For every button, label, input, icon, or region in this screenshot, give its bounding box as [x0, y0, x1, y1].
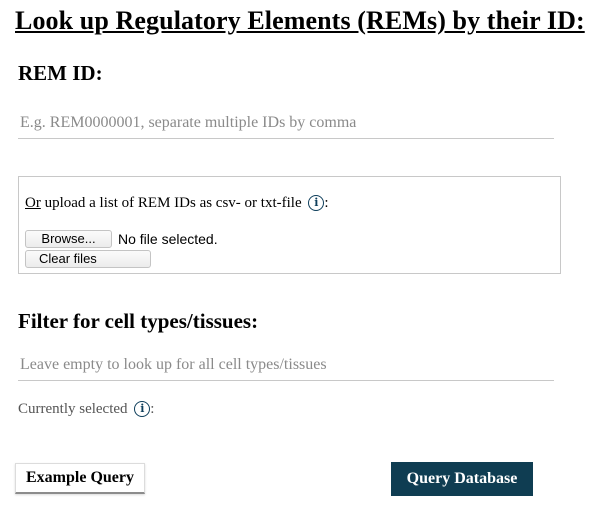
- or-text: Or: [25, 195, 41, 211]
- info-icon[interactable]: i: [308, 195, 325, 211]
- browse-button[interactable]: Browse...: [25, 230, 112, 248]
- query-database-button[interactable]: Query Database: [391, 462, 533, 496]
- currently-selected: Currently selected i:: [18, 401, 154, 418]
- upload-colon: :: [324, 195, 329, 211]
- example-query-button[interactable]: Example Query: [15, 463, 145, 494]
- cell-type-filter-input[interactable]: [18, 349, 554, 381]
- rem-id-label: REM ID:: [18, 61, 103, 85]
- info-icon[interactable]: i: [134, 401, 151, 417]
- upload-instructions: Or upload a list of REM IDs as csv- or t…: [25, 195, 329, 212]
- rem-id-input[interactable]: [18, 107, 554, 139]
- currently-selected-colon: :: [150, 401, 155, 417]
- file-status-text: No file selected.: [118, 231, 218, 247]
- upload-text: upload a list of REM IDs as csv- or txt-…: [40, 195, 302, 211]
- page-title: Look up Regulatory Elements (REMs) by th…: [15, 6, 585, 35]
- clear-files-button[interactable]: Clear files: [25, 250, 151, 268]
- currently-selected-label: Currently selected: [18, 401, 128, 417]
- filter-label: Filter for cell types/tissues:: [18, 309, 259, 333]
- upload-panel: Or upload a list of REM IDs as csv- or t…: [18, 176, 561, 274]
